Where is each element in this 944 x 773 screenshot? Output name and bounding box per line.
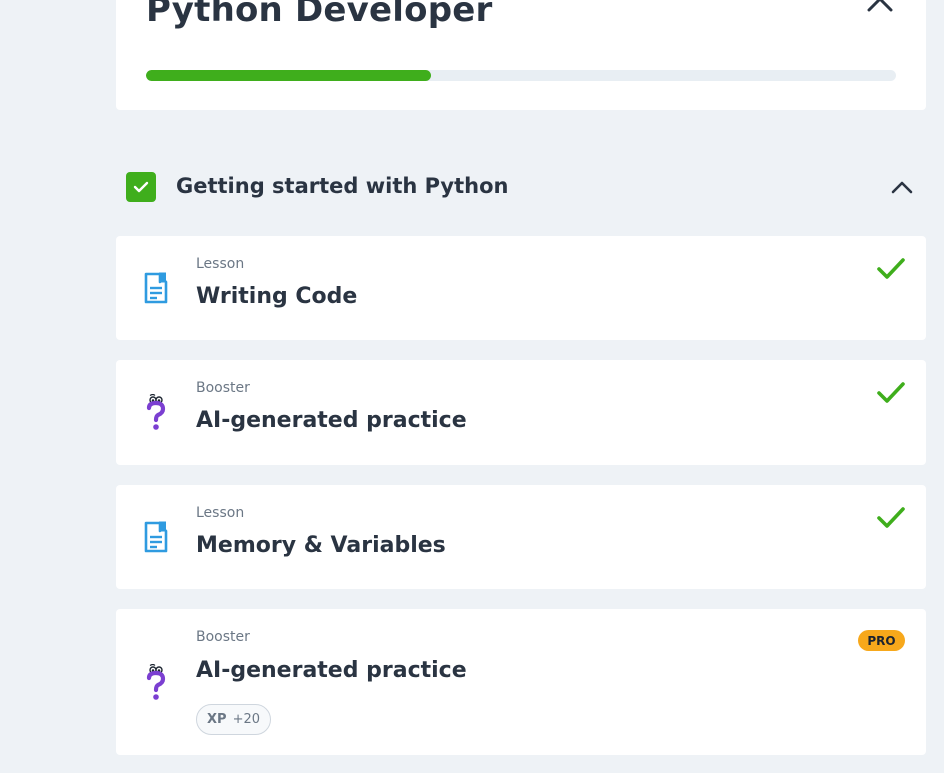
item-type-label: Lesson <box>196 256 245 272</box>
collapse-section-button[interactable] <box>886 171 918 203</box>
item-type-label: Booster <box>196 380 250 396</box>
question-mark-mascot-icon <box>140 393 172 433</box>
item-type-label: Booster <box>196 629 250 645</box>
xp-value: +20 <box>232 712 260 727</box>
list-item[interactable]: Booster AI-generated practice <box>116 360 926 465</box>
chevron-up-icon <box>867 0 893 12</box>
xp-label: XP <box>207 712 227 727</box>
checkmark-icon <box>133 181 149 193</box>
item-title: Memory & Variables <box>196 533 446 558</box>
section-title: Getting started with Python <box>176 174 509 198</box>
item-title: AI-generated practice <box>196 408 467 433</box>
xp-reward-chip: XP +20 <box>196 704 271 735</box>
item-type-label: Lesson <box>196 505 245 521</box>
item-title: Writing Code <box>196 284 358 309</box>
lesson-document-icon <box>140 517 172 557</box>
course-card: Python Developer <box>116 0 926 110</box>
chevron-up-icon <box>891 181 913 194</box>
collapse-course-button[interactable] <box>864 0 896 20</box>
pro-badge: PRO <box>858 630 905 651</box>
list-item[interactable]: Lesson Writing Code <box>116 236 926 340</box>
completed-check-icon <box>877 507 905 528</box>
lesson-document-icon <box>140 268 172 308</box>
list-item[interactable]: Booster AI-generated practice PRO XP +20 <box>116 609 926 755</box>
course-title: Python Developer <box>146 0 493 30</box>
item-title: AI-generated practice <box>196 658 467 683</box>
section-header[interactable]: Getting started with Python <box>116 165 926 209</box>
completed-check-icon <box>877 258 905 279</box>
course-progress-bar <box>146 70 896 81</box>
list-item[interactable]: Lesson Memory & Variables <box>116 485 926 589</box>
section-complete-checkbox <box>126 172 156 202</box>
course-progress-fill <box>146 70 431 81</box>
question-mark-mascot-icon <box>140 663 172 703</box>
completed-check-icon <box>877 382 905 403</box>
